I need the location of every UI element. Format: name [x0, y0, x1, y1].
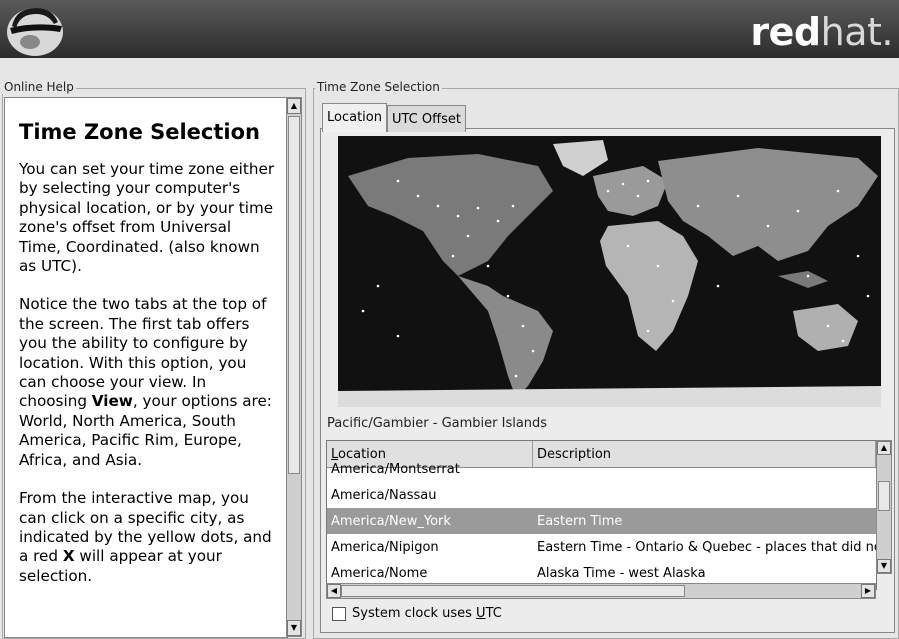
online-help-panel: Time Zone Selection You can set your tim…: [4, 97, 288, 638]
list-hscroll-thumb[interactable]: [341, 585, 685, 597]
help-scrollbar[interactable]: ▲ ▼: [286, 97, 302, 637]
scroll-up-arrow-icon[interactable]: ▲: [877, 441, 891, 455]
tab-location[interactable]: Location: [322, 103, 387, 132]
timezone-list-vscrollbar[interactable]: ▲ ▼: [876, 440, 892, 574]
timezone-list-hscrollbar[interactable]: ◀ ▶: [326, 583, 876, 599]
world-map[interactable]: [338, 136, 881, 407]
tz-tabs: Location UTC Offset: [322, 103, 466, 132]
table-row-selected[interactable]: America/New_York Eastern Time: [327, 508, 876, 534]
shadowman-logo-icon: [7, 8, 63, 56]
help-paragraph-2: Notice the two tabs at the top of the sc…: [19, 295, 272, 469]
scroll-up-arrow-icon[interactable]: ▲: [287, 98, 301, 114]
scroll-down-arrow-icon[interactable]: ▼: [287, 620, 301, 636]
table-row[interactable]: America/Nipigon Eastern Time - Ontario & …: [327, 534, 876, 560]
list-scroll-thumb[interactable]: [878, 481, 890, 511]
utc-checkbox[interactable]: [332, 606, 346, 621]
utc-checkbox-label: System clock uses UTC: [352, 606, 502, 621]
help-scroll-thumb[interactable]: [288, 116, 300, 474]
time-zone-frame-title: Time Zone Selection: [315, 80, 442, 94]
scroll-right-arrow-icon[interactable]: ▶: [861, 584, 875, 598]
header-banner: redhat.: [0, 0, 899, 58]
online-help-frame-title: Online Help: [2, 80, 76, 94]
timezone-list[interactable]: Location Description America/Montserrat …: [326, 440, 877, 590]
tab-utc-offset[interactable]: UTC Offset: [386, 105, 466, 132]
selected-timezone-label: Pacific/Gambier - Gambier Islands: [327, 416, 548, 431]
help-paragraph-3: From the interactive map, you can click …: [19, 489, 272, 585]
table-row[interactable]: America/Nassau: [327, 482, 876, 508]
utc-checkbox-row[interactable]: System clock uses UTC: [332, 606, 502, 621]
scroll-down-arrow-icon[interactable]: ▼: [877, 559, 891, 573]
redhat-wordmark: redhat.: [750, 10, 893, 54]
help-title: Time Zone Selection: [19, 120, 260, 144]
scroll-left-arrow-icon[interactable]: ◀: [327, 584, 341, 598]
column-description[interactable]: Description: [533, 441, 876, 467]
help-paragraph-1: You can set your time zone either by sel…: [19, 160, 275, 276]
